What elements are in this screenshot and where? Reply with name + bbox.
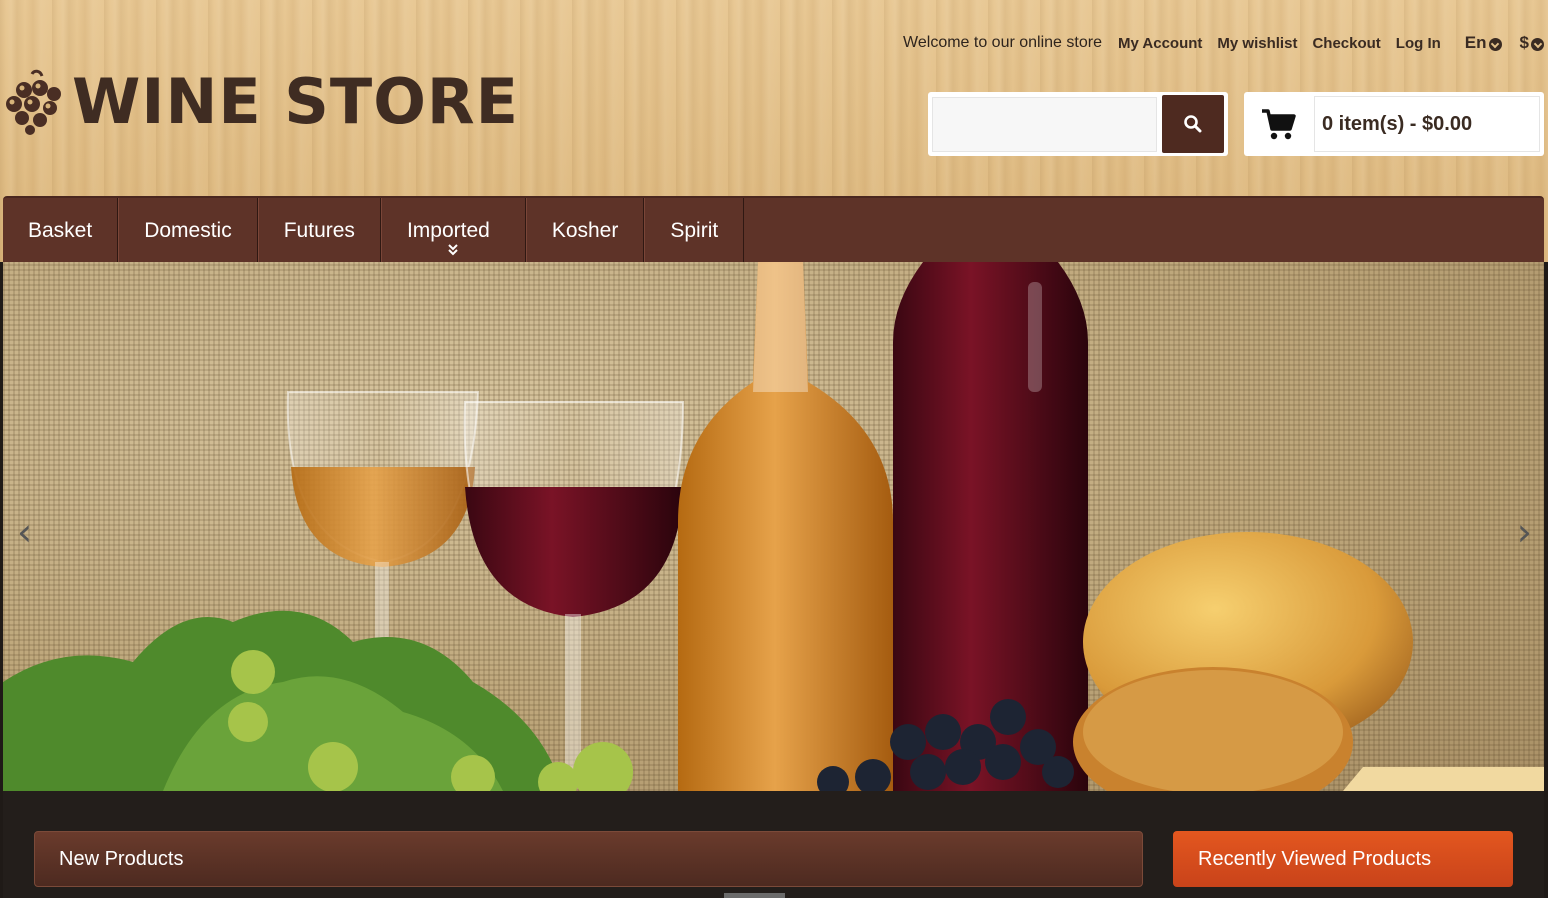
login-link[interactable]: Log In xyxy=(1396,35,1441,52)
slider-next-button[interactable]: › xyxy=(1517,510,1532,554)
my-account-link[interactable]: My Account xyxy=(1118,35,1202,52)
search-icon xyxy=(1184,115,1202,133)
nav-item-domestic[interactable]: Domestic xyxy=(118,198,258,263)
language-selector[interactable]: En xyxy=(1465,33,1502,53)
nav-item-label: Imported xyxy=(406,218,490,242)
nav-item-label: Domestic xyxy=(144,218,232,242)
double-chevron-down-icon xyxy=(448,244,459,256)
chevron-down-circle-icon xyxy=(1488,37,1502,51)
welcome-message: Welcome to our online store xyxy=(903,34,1102,51)
slider-prev-button[interactable]: ‹ xyxy=(17,510,32,554)
top-bar: Welcome to our online store My Account M… xyxy=(903,33,1548,53)
wine-banner-image xyxy=(3,262,1544,791)
checkout-link[interactable]: Checkout xyxy=(1312,35,1380,52)
shopping-cart-icon xyxy=(1244,92,1314,156)
scroll-indicator[interactable] xyxy=(724,893,785,898)
main-navigation: Basket Domestic Futures Imported Kosher … xyxy=(3,196,1544,263)
search-input[interactable] xyxy=(932,96,1158,152)
currency-value: $ xyxy=(1519,33,1529,52)
hero-slider[interactable]: ‹ › xyxy=(3,262,1544,791)
new-products-heading: New Products xyxy=(34,831,1143,887)
nav-item-label: Futures xyxy=(283,218,355,242)
recently-viewed-heading: Recently Viewed Products xyxy=(1173,831,1513,887)
nav-item-basket[interactable]: Basket xyxy=(3,198,119,263)
nav-item-kosher[interactable]: Kosher xyxy=(525,198,645,263)
store-logo[interactable]: WINE STORE xyxy=(2,68,519,136)
grape-cluster-icon xyxy=(6,69,61,135)
cart-widget[interactable]: 0 item(s) - $0.00 xyxy=(1244,92,1544,156)
chevron-down-circle-icon xyxy=(1531,37,1544,51)
nav-item-futures[interactable]: Futures xyxy=(257,198,381,263)
cart-summary: 0 item(s) - $0.00 xyxy=(1314,96,1540,152)
my-wishlist-link[interactable]: My wishlist xyxy=(1217,35,1297,52)
language-value: En xyxy=(1464,33,1487,52)
nav-item-label: Basket xyxy=(28,218,93,242)
currency-selector[interactable]: $ xyxy=(1520,33,1544,53)
nav-item-label: Kosher xyxy=(551,218,619,242)
search-box xyxy=(928,92,1228,156)
search-button[interactable] xyxy=(1162,95,1224,153)
nav-item-imported[interactable]: Imported xyxy=(380,198,526,263)
nav-item-label: Spirit xyxy=(670,218,719,242)
nav-item-spirit[interactable]: Spirit xyxy=(644,198,745,263)
logo-text: WINE STORE xyxy=(72,65,520,138)
